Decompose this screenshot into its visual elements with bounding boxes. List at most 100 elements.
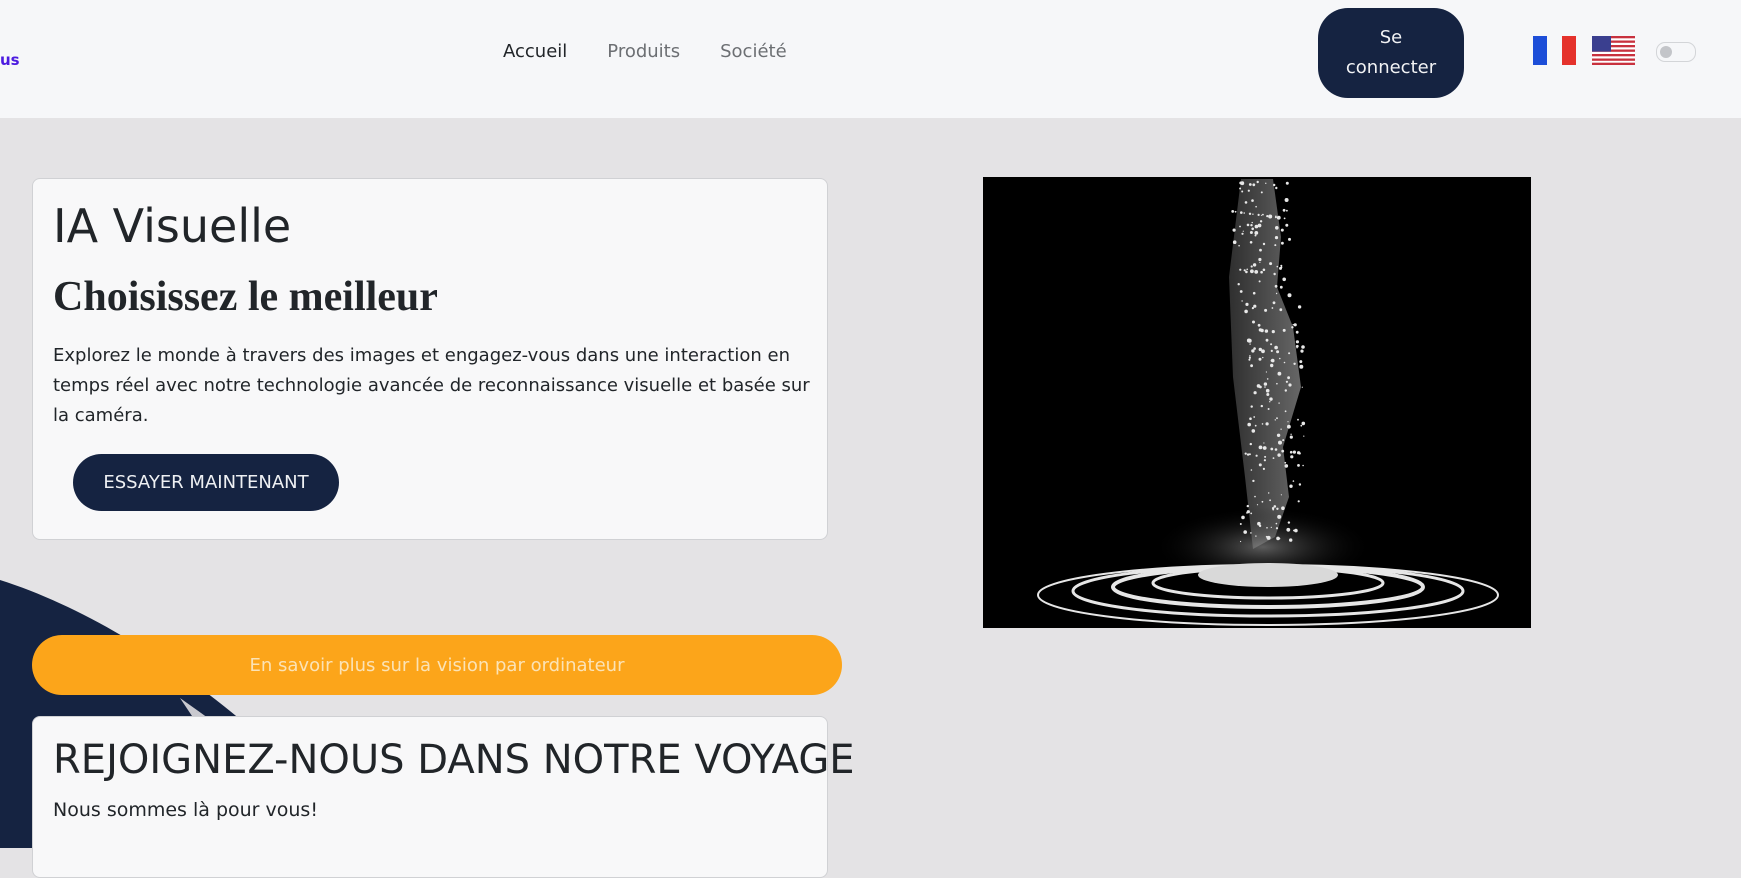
particle-dot <box>1261 500 1264 503</box>
particle-dot <box>1277 371 1282 376</box>
particle-dot <box>1255 454 1258 457</box>
try-now-button[interactable]: ESSAYER MAINTENANT <box>73 454 339 511</box>
hero-description: Explorez le monde à travers des images e… <box>53 345 810 426</box>
particle-dot <box>1260 328 1264 333</box>
particle-dot <box>1239 187 1242 190</box>
usa-flag-icon[interactable] <box>1592 36 1635 65</box>
brand-logo[interactable]: us <box>0 51 20 69</box>
particle-dot <box>1274 244 1277 247</box>
particle-dot <box>1279 357 1281 360</box>
particle-dot <box>1284 198 1289 202</box>
particle-dot <box>1246 510 1250 514</box>
particle-dot <box>1297 451 1301 455</box>
particle-dot <box>1291 326 1294 329</box>
particle-dot <box>1249 231 1253 234</box>
particle-dot <box>1276 265 1279 268</box>
particle-dot <box>1251 307 1254 310</box>
particle-dot <box>1241 300 1243 302</box>
particle-dot <box>1285 380 1288 383</box>
particle-dot <box>1281 241 1284 245</box>
particle-dot <box>1244 309 1248 314</box>
particle-dot <box>1287 421 1289 423</box>
join-card: REJOIGNEZ-NOUS DANS NOTRE VOYAGE Nous so… <box>32 716 855 878</box>
particle-dot <box>1248 358 1251 361</box>
particle-dot <box>1237 283 1240 286</box>
particle-dot <box>1260 270 1263 274</box>
particle-dot <box>1231 210 1235 213</box>
particle-dot <box>1246 504 1249 508</box>
particle-dot <box>1262 242 1266 246</box>
particle-dot <box>1276 215 1281 220</box>
particle-dot <box>1254 234 1257 237</box>
particle-dot <box>1295 330 1299 334</box>
particle-dot <box>1255 205 1257 208</box>
particle-dot <box>1290 455 1294 459</box>
particle-dot <box>1257 213 1260 216</box>
particle-dot <box>1252 213 1254 215</box>
particle-dot <box>1273 183 1276 187</box>
particle-dot <box>1240 211 1243 214</box>
particle-dot <box>1241 190 1244 193</box>
particle-dot <box>1261 349 1265 354</box>
particle-dot <box>1232 228 1236 232</box>
particle-dot <box>1243 530 1247 534</box>
particle-dot <box>1264 386 1266 388</box>
particle-dot <box>1258 463 1262 467</box>
particle-dot <box>1280 494 1282 496</box>
particle-dot <box>1293 362 1296 365</box>
particle-dot <box>1288 237 1291 241</box>
particle-dot <box>1272 508 1275 511</box>
particle-dot <box>1285 223 1289 227</box>
particle-dot <box>1242 230 1244 232</box>
particle-dot <box>1269 499 1271 502</box>
particle-dot <box>1287 521 1291 524</box>
particle-dot <box>1271 330 1275 334</box>
particle-dot <box>1281 449 1285 453</box>
particle-dot <box>1251 227 1254 231</box>
join-title: REJOIGNEZ-NOUS DANS NOTRE VOYAGE <box>53 737 855 783</box>
nav-link-societe[interactable]: Société <box>720 41 787 62</box>
particle-dot <box>1277 453 1281 457</box>
particle-dot <box>1250 265 1253 268</box>
particle-dot <box>1299 360 1303 364</box>
france-flag-icon[interactable] <box>1533 36 1576 65</box>
particle-dot <box>1260 191 1263 194</box>
particle-dot <box>1262 356 1264 359</box>
particle-dot <box>1270 363 1274 368</box>
particle-dot <box>1289 435 1293 439</box>
theme-toggle[interactable] <box>1656 42 1696 62</box>
nav-link-accueil[interactable]: Accueil <box>503 41 567 62</box>
particle-dot <box>1253 391 1257 395</box>
particle-dot <box>1253 347 1256 350</box>
particle-dot <box>1252 183 1256 187</box>
particle-dot <box>1285 181 1289 185</box>
particle-dot <box>1274 236 1279 240</box>
particle-dot <box>1276 350 1280 354</box>
particle-dot <box>1250 364 1253 368</box>
particle-dot <box>1232 240 1237 244</box>
particle-dot <box>1265 182 1267 184</box>
particle-dot <box>1284 410 1287 413</box>
nav-link-produits[interactable]: Produits <box>607 41 680 62</box>
particle-dot <box>1287 293 1292 298</box>
particle-dot <box>1276 417 1278 420</box>
particle-dot <box>1275 522 1278 525</box>
particle-dot <box>1269 401 1271 403</box>
particle-dot <box>1293 529 1295 532</box>
particle-dot <box>1276 433 1281 437</box>
particle-dot <box>1238 244 1240 247</box>
learn-more-button[interactable]: En savoir plus sur la vision par ordinat… <box>32 635 842 695</box>
hero-subtitle: Choisissez le meilleur <box>53 274 438 320</box>
particle-dot <box>1240 540 1242 543</box>
particle-dot <box>1272 301 1276 305</box>
particle-dot <box>1274 284 1278 288</box>
particle-dot <box>1300 349 1304 353</box>
login-button[interactable]: Se connecter <box>1318 8 1464 98</box>
particle-dot <box>1251 199 1254 202</box>
particle-dot <box>1265 338 1269 342</box>
join-subtitle: Nous sommes là pour vous! <box>53 799 318 821</box>
particle-dot <box>1281 506 1285 511</box>
particle-dot <box>1272 457 1275 459</box>
particle-dot <box>1250 405 1253 408</box>
particle-dot <box>1269 397 1273 401</box>
